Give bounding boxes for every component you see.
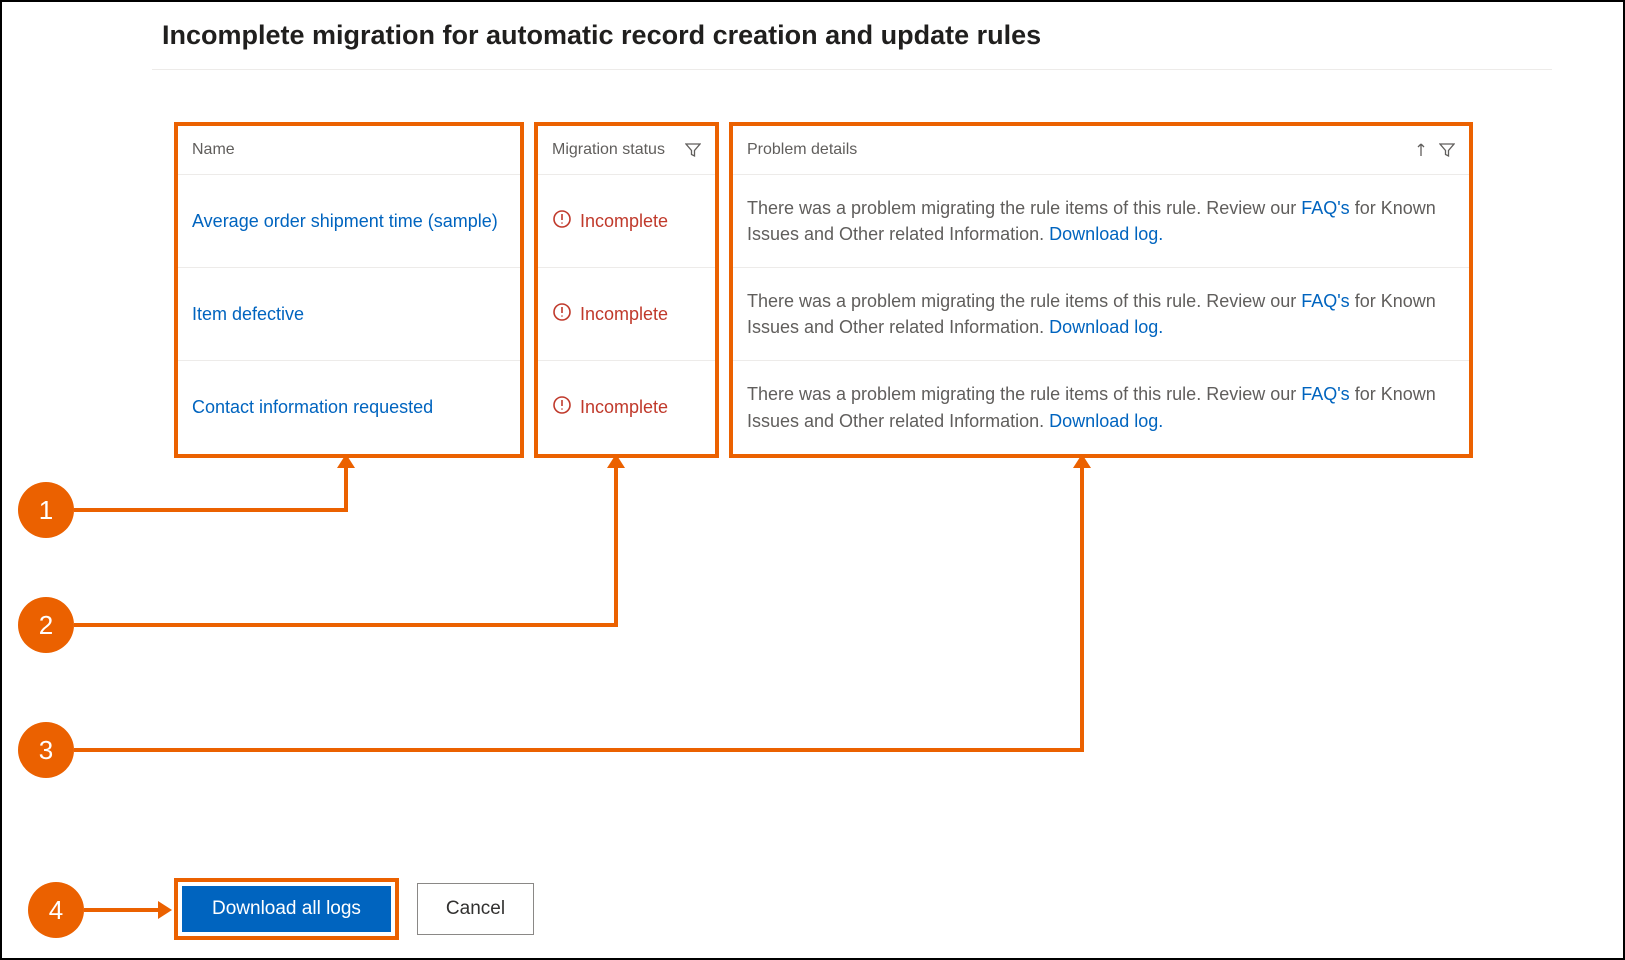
faq-link[interactable]: FAQ's [1301, 198, 1349, 218]
status-text: Incomplete [580, 397, 668, 418]
annotation-highlight: Download all logs [174, 878, 399, 940]
cancel-button[interactable]: Cancel [417, 883, 534, 935]
table-row: Average order shipment time (sample) [178, 175, 520, 268]
rule-name-link[interactable]: Contact information requested [192, 397, 433, 418]
table-row: Incomplete [538, 268, 715, 361]
annotation-line [614, 466, 618, 627]
table-row: Incomplete [538, 361, 715, 454]
annotation-line [84, 908, 160, 912]
status-text: Incomplete [580, 211, 668, 232]
annotation-line [74, 623, 618, 627]
problem-details-text: There was a problem migrating the rule i… [747, 288, 1455, 340]
column-status: Migration status Incomplete [534, 122, 719, 458]
annotation-badge: 3 [18, 722, 74, 778]
column-header-status-label: Migration status [552, 141, 665, 159]
column-header-details[interactable]: Problem details [733, 126, 1469, 175]
table-row: There was a problem migrating the rule i… [733, 175, 1469, 268]
download-log-link[interactable]: Download log. [1049, 411, 1163, 431]
annotation-badge: 1 [18, 482, 74, 538]
column-details: Problem details There was a problem migr… [729, 122, 1473, 458]
download-log-link[interactable]: Download log. [1049, 224, 1163, 244]
rule-name-link[interactable]: Average order shipment time (sample) [192, 211, 498, 232]
filter-icon[interactable] [1439, 142, 1455, 158]
download-log-link[interactable]: Download log. [1049, 317, 1163, 337]
problem-details-text: There was a problem migrating the rule i… [747, 195, 1455, 247]
annotation-arrowhead-icon [1073, 454, 1091, 468]
filter-icon[interactable] [685, 142, 701, 158]
column-header-name-label: Name [192, 141, 235, 159]
error-icon [552, 302, 572, 327]
status-badge: Incomplete [552, 395, 668, 420]
status-badge: Incomplete [552, 209, 668, 234]
annotation-line [344, 466, 348, 512]
annotation-line [74, 748, 1084, 752]
problem-details-text: There was a problem migrating the rule i… [747, 381, 1455, 433]
annotation-arrowhead-icon [158, 901, 172, 919]
annotation-line [74, 508, 348, 512]
column-header-status[interactable]: Migration status [538, 126, 715, 175]
faq-link[interactable]: FAQ's [1301, 384, 1349, 404]
column-header-details-label: Problem details [747, 141, 857, 159]
error-icon [552, 209, 572, 234]
table-row: Item defective [178, 268, 520, 361]
sort-icon[interactable] [1413, 142, 1429, 158]
rule-name-link[interactable]: Item defective [192, 304, 304, 325]
annotation-arrowhead-icon [337, 454, 355, 468]
table-row: There was a problem migrating the rule i… [733, 361, 1469, 454]
table-row: There was a problem migrating the rule i… [733, 268, 1469, 361]
table-row: Contact information requested [178, 361, 520, 454]
table-row: Incomplete [538, 175, 715, 268]
download-all-logs-button[interactable]: Download all logs [182, 886, 391, 932]
button-bar: Download all logs Cancel [174, 878, 534, 940]
error-icon [552, 395, 572, 420]
divider [152, 69, 1552, 70]
faq-link[interactable]: FAQ's [1301, 291, 1349, 311]
migration-table: Name Average order shipment time (sample… [174, 122, 1473, 458]
annotation-line [1080, 466, 1084, 752]
column-name: Name Average order shipment time (sample… [174, 122, 524, 458]
page-title: Incomplete migration for automatic recor… [162, 20, 1623, 51]
annotation-badge: 4 [28, 882, 84, 938]
annotation-arrowhead-icon [607, 454, 625, 468]
column-header-name[interactable]: Name [178, 126, 520, 175]
status-badge: Incomplete [552, 302, 668, 327]
annotation-badge: 2 [18, 597, 74, 653]
status-text: Incomplete [580, 304, 668, 325]
